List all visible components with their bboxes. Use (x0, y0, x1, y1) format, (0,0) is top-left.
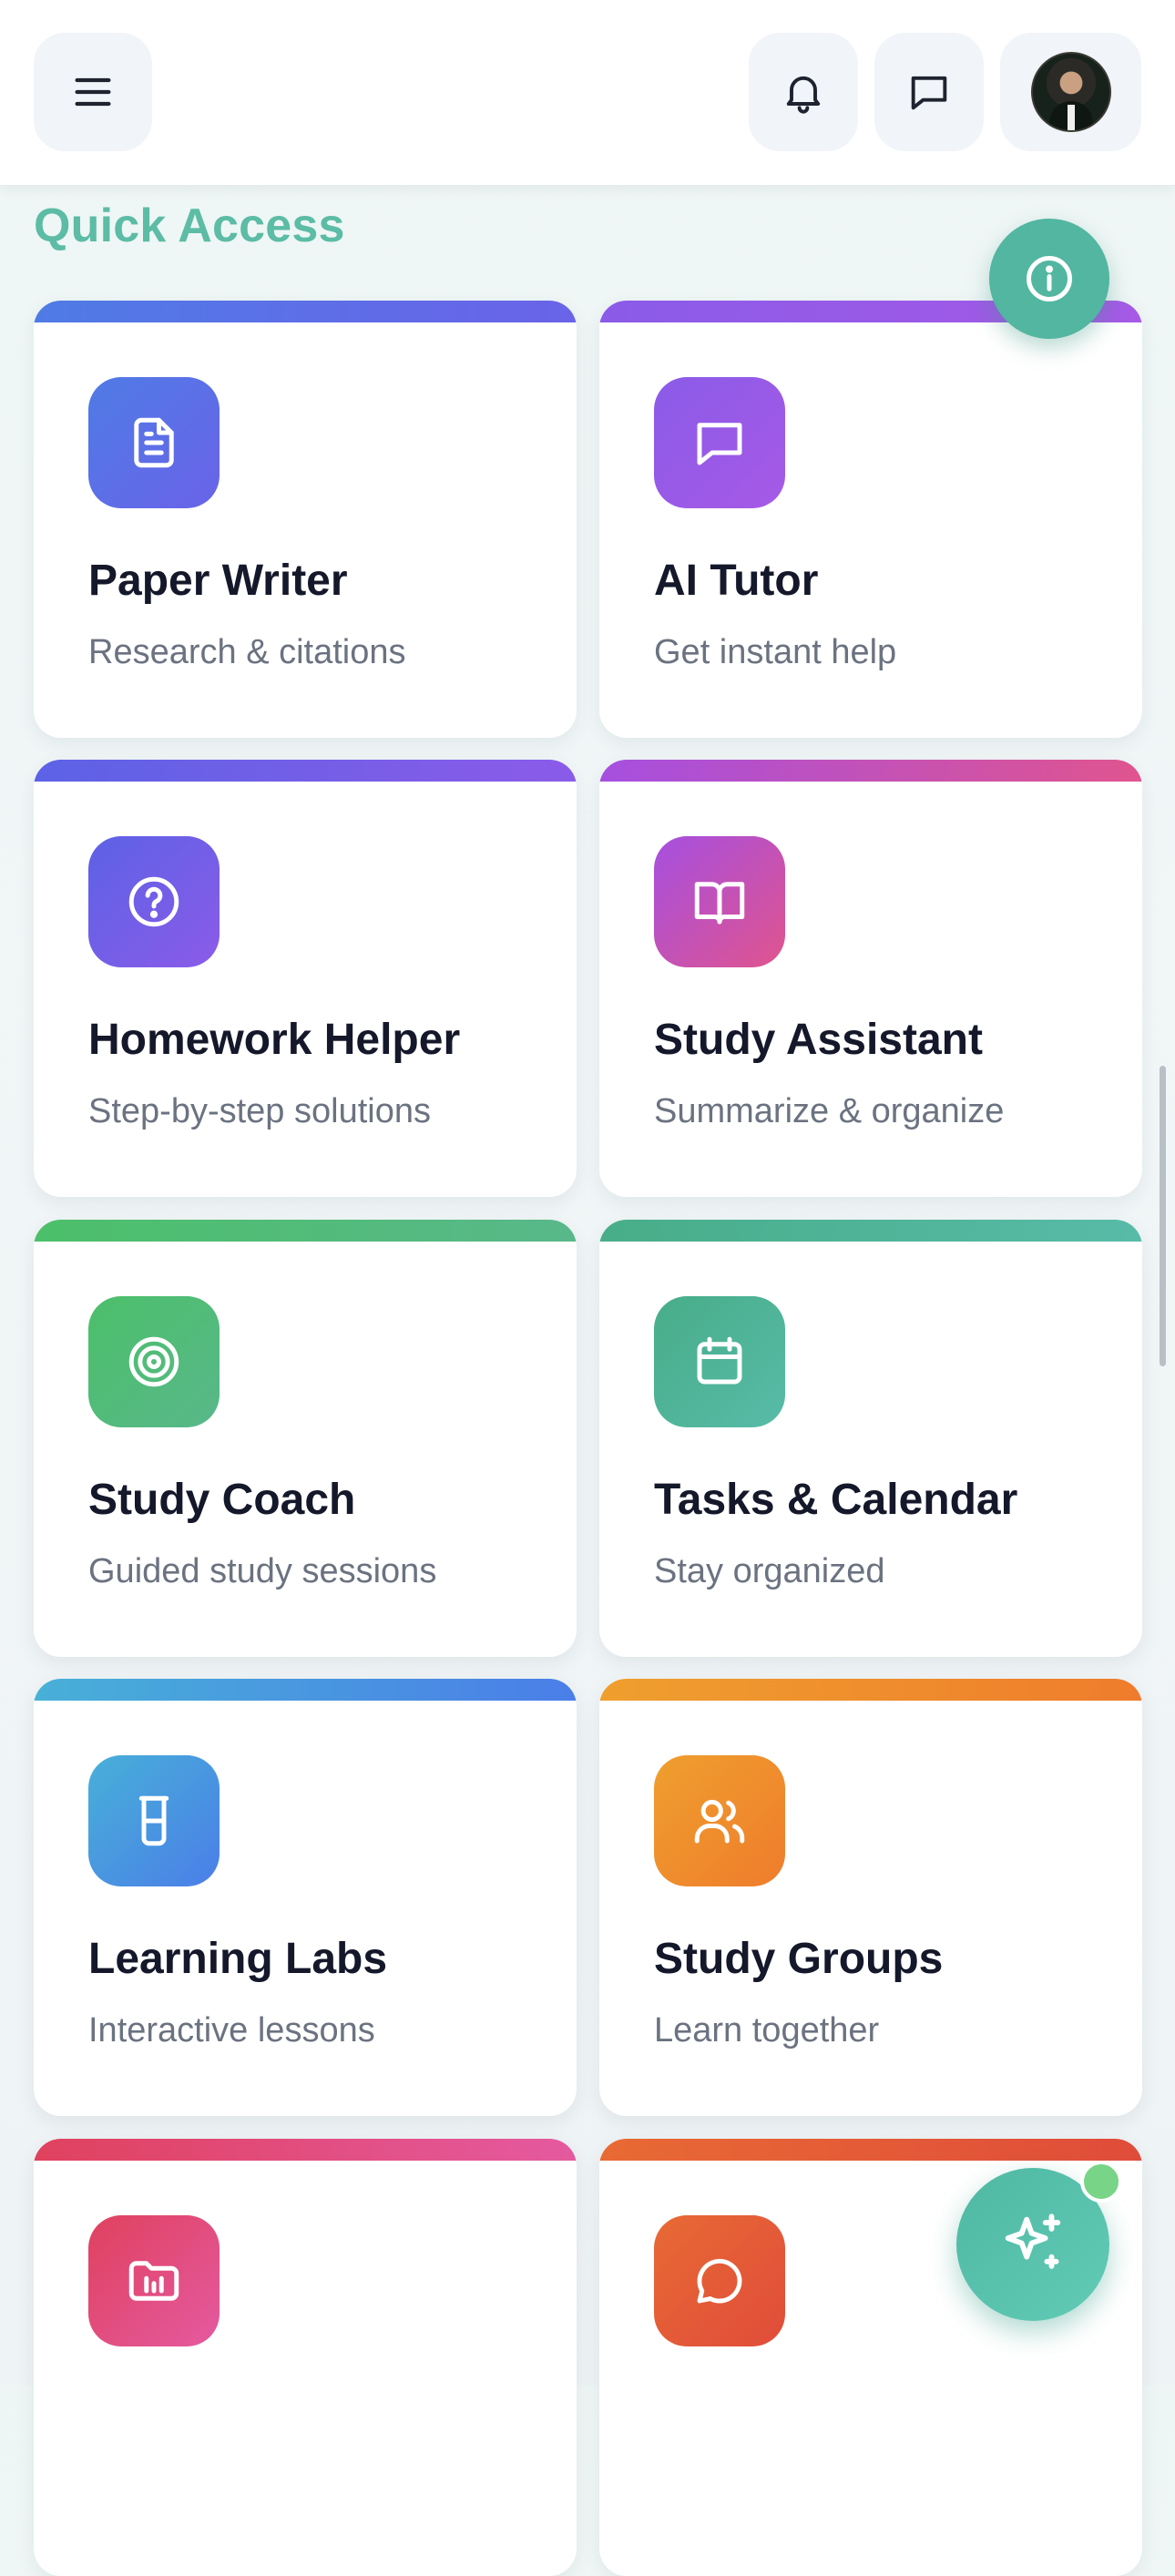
card-study-coach[interactable]: Study Coach Guided study sessions (34, 1220, 577, 1657)
card-subtitle: Learn together (654, 2011, 880, 2050)
card-subtitle: Stay organized (654, 1552, 885, 1590)
card-accent-bar (34, 301, 577, 322)
card-title: Study Groups (654, 1935, 944, 1983)
message-circle-icon (697, 2258, 742, 2304)
section-title: Quick Access (34, 199, 345, 252)
user-avatar (1030, 52, 1111, 132)
card-study-groups[interactable]: Study Groups Learn together (599, 1679, 1142, 2116)
notifications-button[interactable] (749, 33, 858, 151)
card-subtitle: Summarize & organize (654, 1092, 1005, 1130)
beaker-icon (138, 1795, 169, 1846)
card-icon-tile (654, 1755, 785, 1886)
card-title: Homework Helper (88, 1016, 461, 1064)
card-learning-labs[interactable]: Learning Labs Interactive lessons (34, 1679, 577, 2116)
card-subtitle: Guided study sessions (88, 1552, 437, 1590)
card-accent-bar (599, 2139, 1142, 2161)
calendar-icon (697, 1336, 742, 1385)
info-button[interactable] (989, 219, 1109, 339)
card-paper-writer[interactable]: Paper Writer Research & citations (34, 301, 577, 738)
message-square-icon (911, 76, 947, 110)
messages-button[interactable] (874, 33, 984, 151)
card-icon-tile (654, 377, 785, 508)
card-title: AI Tutor (654, 557, 819, 605)
menu-button[interactable] (34, 33, 152, 151)
file-text-icon (134, 417, 174, 468)
card-title: Paper Writer (88, 557, 348, 605)
card-icon-tile (88, 377, 220, 508)
target-icon (128, 1336, 179, 1387)
top-app-bar (0, 0, 1175, 186)
card-icon-tile (654, 2215, 785, 2346)
card-accent-bar (34, 1220, 577, 1242)
card-homework-helper[interactable]: Homework Helper Step-by-step solutions (34, 760, 577, 1197)
card-subtitle: Step-by-step solutions (88, 1092, 431, 1130)
card-accent-bar (34, 760, 577, 782)
bell-icon (786, 76, 821, 114)
notification-dot (1080, 2161, 1122, 2203)
card-folder-chart[interactable] (34, 2139, 577, 2576)
hamburger-menu-icon (75, 77, 111, 107)
card-subtitle: Research & citations (88, 633, 406, 671)
card-accent-bar (599, 760, 1142, 782)
card-subtitle: Interactive lessons (88, 2011, 375, 2050)
card-accent-bar (34, 2139, 577, 2161)
card-subtitle: Get instant help (654, 633, 897, 671)
card-title: Study Coach (88, 1476, 356, 1524)
card-title: Learning Labs (88, 1935, 388, 1983)
book-open-icon (694, 882, 745, 925)
message-square-icon (697, 423, 742, 465)
help-circle-icon (128, 876, 179, 927)
card-icon-tile (88, 1755, 220, 1886)
card-accent-bar (34, 1679, 577, 1701)
card-icon-tile (88, 836, 220, 967)
info-icon (1027, 256, 1072, 302)
card-accent-bar (599, 1220, 1142, 1242)
card-tasks-calendar[interactable]: Tasks & Calendar Stay organized (599, 1220, 1142, 1657)
folder-chart-icon (128, 2261, 179, 2301)
card-icon-tile (654, 1296, 785, 1427)
card-icon-tile (88, 2215, 220, 2346)
card-icon-tile (654, 836, 785, 967)
card-title: Study Assistant (654, 1016, 983, 1064)
sparkles-icon (1005, 2213, 1061, 2269)
card-accent-bar (599, 1679, 1142, 1701)
card-title: Tasks & Calendar (654, 1476, 1018, 1524)
card-icon-tile (88, 1296, 220, 1427)
scrollbar-thumb[interactable] (1160, 1066, 1166, 1366)
card-study-assistant[interactable]: Study Assistant Summarize & organize (599, 760, 1142, 1197)
profile-button[interactable] (1000, 33, 1141, 151)
card-ai-tutor[interactable]: AI Tutor Get instant help (599, 301, 1142, 738)
users-icon (694, 1799, 745, 1844)
